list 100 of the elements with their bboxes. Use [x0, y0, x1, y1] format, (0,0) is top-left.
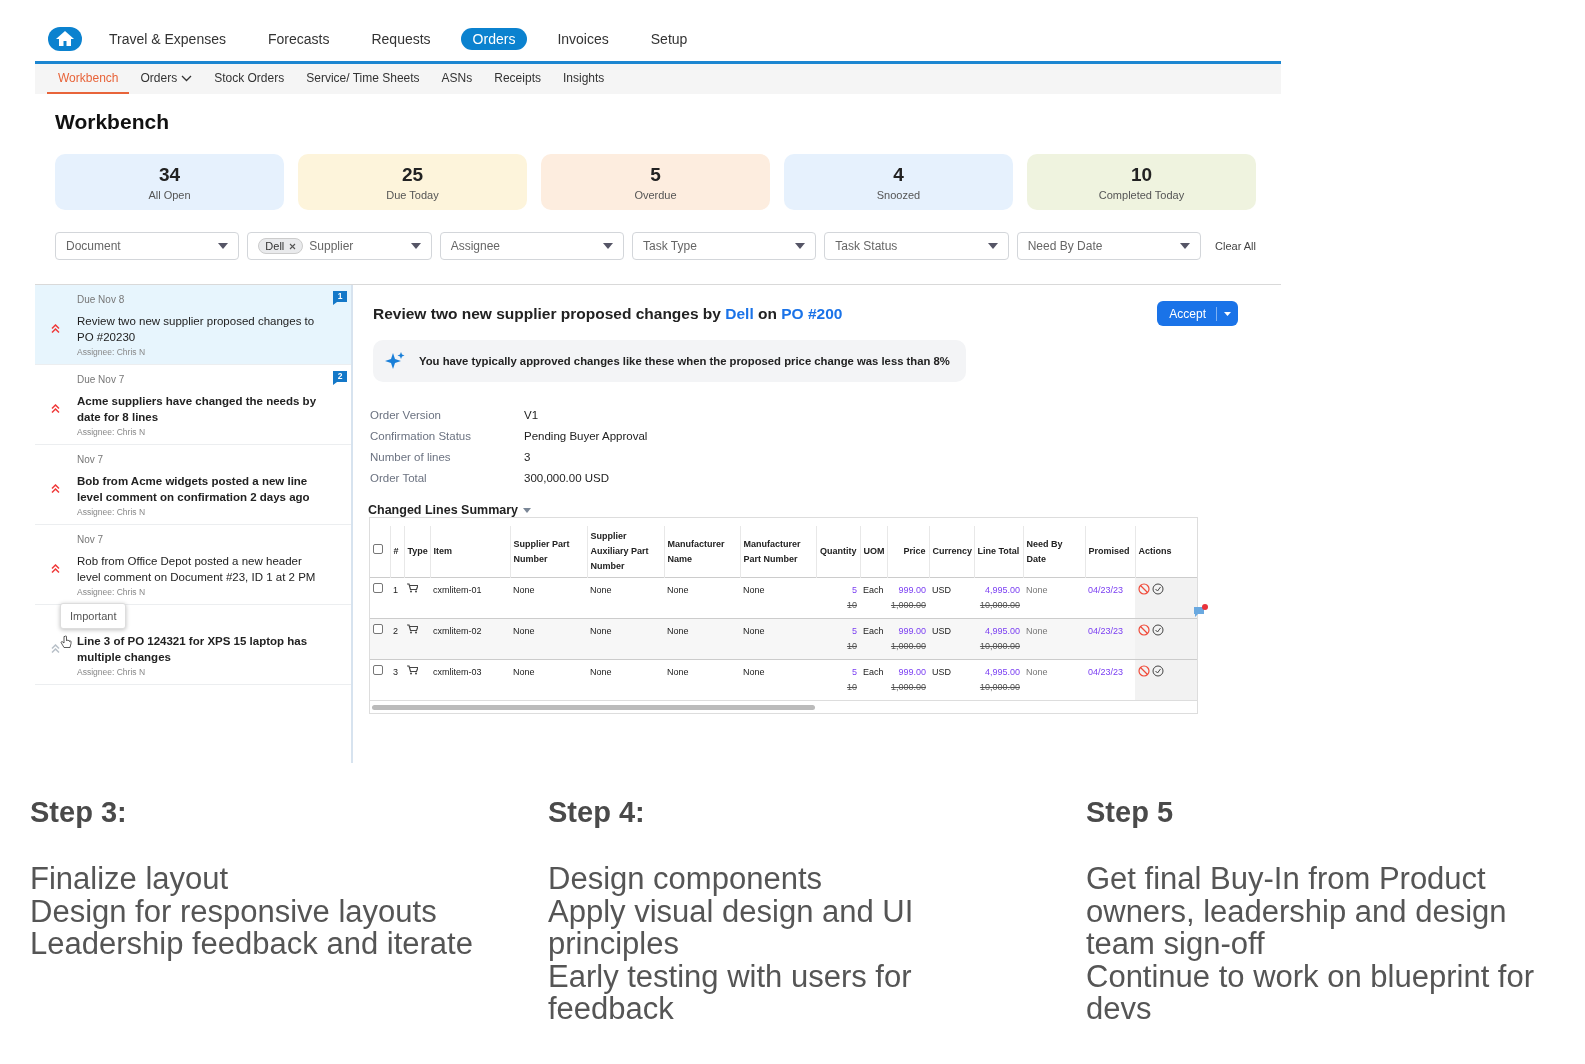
step-item: Apply visual design and UI principles — [548, 895, 915, 961]
stat-label: Snoozed — [876, 188, 921, 201]
sub-tab[interactable]: Orders — [129, 64, 204, 94]
table-cell: 3 — [390, 659, 404, 700]
stat-card[interactable]: 5 Overdue — [541, 154, 770, 210]
heading-link[interactable]: PO #200 — [781, 304, 843, 322]
check-circle-icon[interactable] — [1152, 624, 1164, 636]
stat-card[interactable]: 25 Due Today — [298, 154, 527, 210]
accept-button[interactable]: Accept — [1157, 301, 1238, 326]
clear-all-link[interactable]: Clear All — [1209, 240, 1256, 252]
sub-tab[interactable]: ASNs — [430, 64, 484, 94]
insight-text: You have typically approved changes like these when the proposed price change was less than 8% — [419, 355, 950, 367]
task-date: Nov 7 — [77, 534, 105, 545]
table-cell: None — [510, 659, 587, 700]
scrollbar[interactable] — [372, 704, 815, 710]
task-item[interactable]: Due Nov 8 Review two new supplier proposed changes to PO #20230 Assignee: Chris N 1 — [35, 285, 351, 365]
column-header: Supplier Part Number — [510, 526, 587, 578]
filter-dropdown[interactable]: Dell Supplier — [247, 232, 432, 260]
reject-icon[interactable] — [1138, 624, 1150, 636]
column-header: UOM — [860, 526, 887, 578]
task-item[interactable]: Due Nov 7 Acme suppliers have changed the needs by date for 8 lines Assignee: Chris N 2 — [35, 365, 351, 445]
check-circle-icon[interactable] — [1152, 665, 1164, 677]
filter-dropdown[interactable]: Need By Date — [1016, 232, 1202, 260]
reject-icon[interactable] — [1138, 583, 1150, 595]
new-value: 5 — [851, 625, 857, 638]
caret-icon — [410, 243, 421, 249]
filter-chip[interactable]: Dell — [258, 238, 304, 254]
field-label: Confirmation Status — [370, 430, 472, 442]
reject-icon[interactable] — [1138, 665, 1150, 677]
comment-count-badge: 1 — [333, 291, 347, 305]
task-assignee: Assignee: Chris N — [77, 667, 147, 677]
checkbox[interactable] — [373, 624, 383, 634]
task-assignee: Assignee: Chris N — [77, 587, 147, 597]
table-cell: USD — [929, 618, 974, 660]
task-date: Due Nov 7 — [77, 374, 126, 385]
table-cell: 1 — [390, 577, 404, 619]
nav-tab[interactable]: Requests — [359, 28, 443, 50]
table-cell: cxmlitem-01 — [430, 577, 510, 619]
step-item: Get final Buy-In from Product owners, leadership and design team sign-off — [1086, 863, 1508, 961]
new-value: 4,995.00 — [983, 625, 1020, 638]
nav-tab[interactable]: Forecasts — [256, 28, 342, 50]
nav-tab[interactable]: Setup — [638, 28, 700, 50]
old-value: 10,000.00 — [978, 681, 1020, 694]
stat-label: Overdue — [634, 188, 677, 201]
table-cell: None — [1023, 618, 1085, 660]
comment-count-badge: 2 — [333, 371, 347, 385]
new-value: 999.00 — [897, 584, 926, 597]
step-heading: Step 5 — [1086, 796, 1175, 829]
new-value: 4,995.00 — [983, 584, 1020, 597]
task-item[interactable]: Nov 7 Bob from Acme widgets posted a new line level comment on confirmation 2 days ago Assignee: Chris N — [35, 445, 351, 525]
table-cell: None — [510, 577, 587, 619]
cart-icon — [407, 624, 418, 634]
caret-icon — [795, 243, 806, 249]
filter-dropdown[interactable]: Task Status — [824, 232, 1009, 260]
filter-dropdown[interactable]: Document — [55, 232, 240, 260]
checkbox[interactable] — [373, 583, 383, 593]
filter-dropdown[interactable]: Task Type — [632, 232, 817, 260]
field-label: Order Total — [370, 472, 428, 484]
sub-tab[interactable]: Stock Orders — [203, 64, 296, 94]
table-cell: None — [740, 577, 816, 619]
stat-count: 10 — [1130, 163, 1153, 186]
check-circle-icon[interactable] — [1152, 583, 1164, 595]
stat-card[interactable]: 34 All Open — [55, 154, 284, 210]
old-value: 1,000.00 — [890, 640, 926, 653]
new-value: 5 — [851, 584, 857, 597]
old-value: 10,000.00 — [978, 640, 1020, 653]
table-cell: None — [587, 618, 664, 660]
task-title: Rob from Office Depot posted a new header level comment on Document #23, ID 1 at 2 PM — [77, 554, 317, 585]
table-cell: None — [740, 659, 816, 700]
stat-label: Due Today — [386, 188, 439, 201]
field-value: 300,000.00 USD — [524, 472, 611, 484]
checkbox[interactable] — [373, 544, 383, 554]
sub-tab[interactable]: Insights — [551, 64, 616, 94]
section-title[interactable]: Changed Lines Summary — [368, 503, 519, 517]
stat-card[interactable]: 4 Snoozed — [784, 154, 1013, 210]
nav-tab[interactable]: Invoices — [545, 28, 621, 50]
stat-card[interactable]: 10 Completed Today — [1027, 154, 1256, 210]
column-header: Currency — [929, 526, 974, 578]
checkbox[interactable] — [373, 665, 383, 675]
sub-tab[interactable]: Receipts — [483, 64, 552, 94]
hand-cursor-icon — [60, 635, 72, 649]
old-value: 10 — [846, 681, 857, 694]
field-value: V1 — [524, 409, 540, 421]
filter-dropdown[interactable]: Assignee — [439, 232, 624, 260]
close-icon — [289, 242, 297, 250]
column-header: Manufacturer Part Number — [740, 526, 816, 578]
stat-label: All Open — [148, 188, 191, 201]
nav-tab[interactable]: Orders — [460, 28, 528, 50]
heading-link[interactable]: Dell — [725, 304, 754, 322]
nav-tab[interactable]: Travel & Expenses — [97, 28, 238, 50]
task-date: Due Nov 8 — [77, 294, 126, 305]
column-header: Type — [404, 526, 430, 578]
cart-icon — [407, 583, 418, 593]
step-item: Finalize layout — [30, 863, 230, 896]
new-value: 999.00 — [897, 625, 926, 638]
sub-tab[interactable]: Service/ Time Sheets — [295, 64, 431, 94]
new-value: 5 — [851, 666, 857, 679]
task-heading: Review two new supplier proposed changes by Dell on PO #200 — [373, 304, 843, 323]
chat-icon[interactable] — [1193, 603, 1209, 619]
column-header: # — [390, 526, 404, 578]
